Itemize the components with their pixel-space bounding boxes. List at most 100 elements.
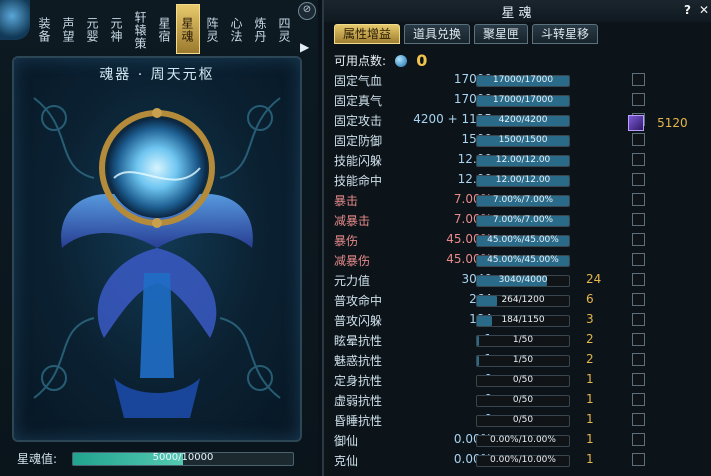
vertical-tab[interactable]: 心法 — [224, 4, 248, 54]
attribute-points: 1 — [586, 372, 594, 386]
attribute-checkbox[interactable] — [632, 313, 645, 326]
attribute-row: 减暴伤 45.00% 45.00%/45.00% — [334, 250, 704, 270]
help-button[interactable]: ? — [684, 3, 691, 17]
attribute-progress-text: 0.00%/10.00% — [490, 435, 556, 445]
attribute-progress-text: 7.00%/7.00% — [492, 195, 554, 205]
vertical-tab-bar: 装备 声望 元婴 元神 轩辕策 星宿 星魂 阵灵 心法 炼丹 四灵 — [32, 4, 296, 54]
left-close-icon[interactable]: ⊘ — [298, 2, 316, 20]
attribute-progress-bar: 264/1200 — [476, 295, 570, 307]
tab[interactable]: 道具兑换 — [404, 24, 471, 44]
attribute-label: 技能命中 — [334, 174, 383, 188]
soul-artifact-frame: 魂器 · 周天元枢 — [12, 56, 302, 442]
attribute-row: 固定真气 17000 17000/17000 — [334, 90, 704, 110]
attribute-checkbox[interactable] — [632, 453, 645, 466]
attribute-checkbox[interactable] — [632, 293, 645, 306]
artifact-illustration — [33, 97, 281, 418]
attribute-progress-bar: 7.00%/7.00% — [476, 195, 570, 207]
attribute-checkbox[interactable] — [632, 213, 645, 226]
attribute-progress-bar: 17000/17000 — [476, 95, 570, 107]
attribute-progress-bar: 17000/17000 — [476, 75, 570, 87]
attribute-label: 技能闪躲 — [334, 154, 383, 168]
attribute-checkbox[interactable] — [632, 73, 645, 86]
attribute-progress-bar: 0.00%/10.00% — [476, 455, 570, 467]
attribute-progress-text: 17000/17000 — [492, 95, 554, 105]
attribute-progress-text: 264/1200 — [501, 295, 545, 305]
attack-bonus-item[interactable]: 5120 — [628, 112, 688, 131]
vertical-tab[interactable]: 阵灵 — [200, 4, 224, 54]
attribute-progress-text: 45.00%/45.00% — [487, 255, 559, 265]
soul-progress-bar: 5000/10000 — [72, 452, 294, 466]
tab[interactable]: 聚星匣 — [474, 24, 529, 44]
soul-value-label: 星魂值: — [17, 452, 58, 466]
game-logo-icon — [0, 0, 30, 40]
attribute-points: 1 — [586, 452, 594, 466]
attribute-checkbox[interactable] — [632, 173, 645, 186]
attribute-checkbox[interactable] — [632, 233, 645, 246]
attribute-checkbox[interactable] — [632, 193, 645, 206]
vertical-tab[interactable]: 元神 — [104, 4, 128, 54]
expand-arrow-icon[interactable]: ▶ — [300, 40, 309, 54]
attribute-progress-bar: 7.00%/7.00% — [476, 215, 570, 227]
bonus-item-icon[interactable] — [628, 114, 644, 131]
vertical-tab[interactable]: 炼丹 — [248, 4, 272, 54]
vertical-tab[interactable]: 声望 — [56, 4, 80, 54]
attribute-row: 暴击 7.00% 7.00%/7.00% — [334, 190, 704, 210]
attribute-progress-bar: 0.00%/10.00% — [476, 435, 570, 447]
attribute-progress-bar: 45.00%/45.00% — [476, 255, 570, 267]
attribute-progress-text: 0/50 — [512, 375, 534, 385]
tab-bar: 属性增益 道具兑换 聚星匣 斗转星移 — [334, 24, 602, 44]
attribute-progress-bar: 1500/1500 — [476, 135, 570, 147]
available-points-label: 可用点数: — [334, 54, 387, 68]
attribute-points: 2 — [586, 332, 594, 346]
attribute-checkbox[interactable] — [632, 93, 645, 106]
attribute-label: 普攻闪躲 — [334, 314, 383, 328]
attribute-checkbox[interactable] — [632, 353, 645, 366]
left-panel: 装备 声望 元婴 元神 轩辕策 星宿 星魂 阵灵 心法 炼丹 四灵 ⊘ ▶ 魂器 · 周天元枢 — [0, 0, 318, 476]
attribute-checkbox[interactable] — [632, 333, 645, 346]
attribute-progress-bar: 4200/4200 — [476, 115, 570, 127]
attribute-progress-text: 7.00%/7.00% — [492, 215, 554, 225]
attribute-progress-text: 4200/4200 — [498, 115, 548, 125]
star-soul-panel: 星魂 ? ✕ 属性增益 道具兑换 聚星匣 斗转星移 可用点数: 0 固定气血 17000… — [322, 0, 711, 476]
attribute-checkbox[interactable] — [632, 273, 645, 286]
attribute-progress-text: 45.00%/45.00% — [487, 235, 559, 245]
attribute-label: 减暴伤 — [334, 254, 371, 268]
attribute-checkbox[interactable] — [632, 413, 645, 426]
vertical-tab[interactable]: 星魂 — [176, 4, 200, 54]
attribute-checkbox[interactable] — [632, 373, 645, 386]
attribute-checkbox[interactable] — [632, 153, 645, 166]
attribute-label: 固定攻击 — [334, 114, 383, 128]
vertical-tab[interactable]: 星宿 — [152, 4, 176, 54]
attribute-label: 暴击 — [334, 194, 359, 208]
attribute-progress-text: 0/50 — [512, 395, 534, 405]
close-button[interactable]: ✕ — [699, 3, 709, 17]
attribute-checkbox[interactable] — [632, 253, 645, 266]
vertical-tab[interactable]: 元婴 — [80, 4, 104, 54]
tab[interactable]: 属性增益 — [334, 24, 401, 44]
tab[interactable]: 斗转星移 — [532, 24, 599, 44]
attribute-checkbox[interactable] — [632, 393, 645, 406]
attribute-progress-bar: 3040/4000 — [476, 275, 570, 287]
attribute-checkbox[interactable] — [632, 133, 645, 146]
attribute-progress-bar: 184/1150 — [476, 315, 570, 327]
attribute-progress-text: 1/50 — [512, 335, 534, 345]
vertical-tab[interactable]: 装备 — [32, 4, 56, 54]
attribute-label: 虚弱抗性 — [334, 394, 383, 408]
bonus-item-value: 5120 — [657, 115, 688, 130]
attribute-label: 御仙 — [334, 434, 359, 448]
attribute-label: 固定防御 — [334, 134, 383, 148]
vertical-tab[interactable]: 轩辕策 — [128, 4, 152, 54]
attribute-label: 固定真气 — [334, 94, 383, 108]
attribute-checkbox[interactable] — [632, 433, 645, 446]
attribute-row: 固定气血 17000 17000/17000 — [334, 70, 704, 90]
vertical-tab[interactable]: 四灵 — [272, 4, 296, 54]
attribute-progress-text: 12.00/12.00 — [495, 155, 551, 165]
attribute-progress-bar: 0/50 — [476, 395, 570, 407]
attribute-label: 元力值 — [334, 274, 371, 288]
attribute-row: 减暴击 7.00% 7.00%/7.00% — [334, 210, 704, 230]
attribute-progress-text: 3040/4000 — [498, 275, 548, 285]
attribute-row: 元力值30403040/400024 — [334, 270, 704, 290]
available-points-value: 0 — [416, 51, 428, 70]
available-points-row: 可用点数: 0 — [334, 50, 704, 70]
attribute-label: 定身抗性 — [334, 374, 383, 388]
